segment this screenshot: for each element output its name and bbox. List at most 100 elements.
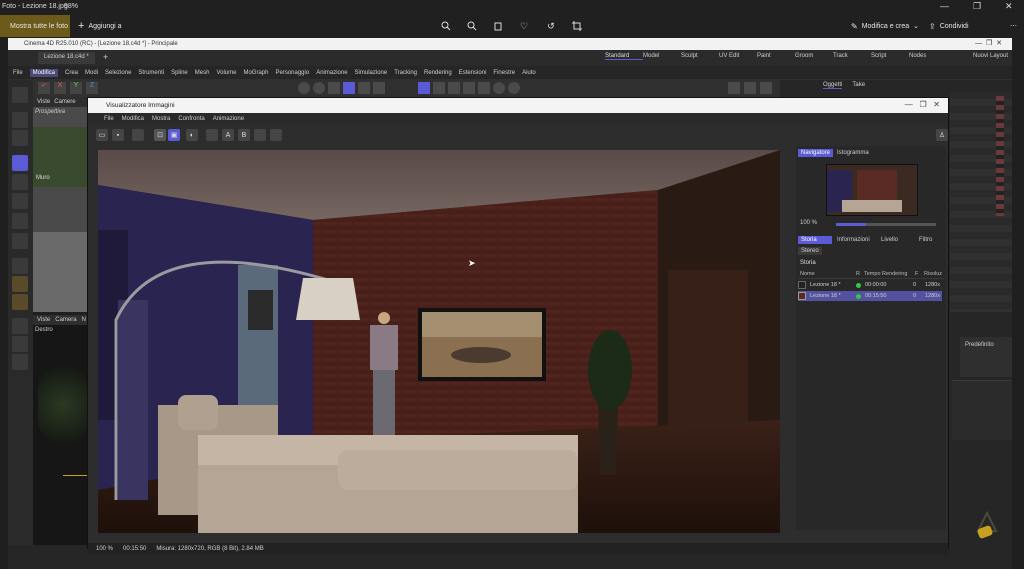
layout-tab-track[interactable]: Track bbox=[833, 53, 871, 60]
paint-icon[interactable] bbox=[12, 354, 28, 370]
tab-histogram[interactable]: Istogramma bbox=[834, 149, 872, 157]
mode-icon[interactable] bbox=[358, 82, 370, 94]
snap-icon[interactable] bbox=[508, 82, 520, 94]
grid-icon[interactable] bbox=[448, 82, 460, 94]
mode-icon[interactable] bbox=[328, 82, 340, 94]
snap-icon[interactable] bbox=[418, 82, 430, 94]
paint-icon[interactable] bbox=[12, 336, 28, 352]
objects-list[interactable] bbox=[950, 92, 1012, 312]
layout-tab-uv-edit[interactable]: UV Edit bbox=[719, 53, 757, 60]
add-to-button[interactable]: + Aggiungi a bbox=[78, 15, 122, 37]
mode-icon[interactable] bbox=[298, 82, 310, 94]
zoom-in-button[interactable] bbox=[440, 15, 452, 37]
share-button[interactable]: ⇪ Condividi bbox=[929, 15, 969, 37]
layout-tab-nodes[interactable]: Nodes bbox=[909, 53, 947, 60]
snap-icon[interactable] bbox=[478, 82, 490, 94]
generator-icon[interactable] bbox=[12, 294, 28, 310]
cube-icon[interactable] bbox=[12, 276, 28, 292]
select-icon[interactable] bbox=[12, 112, 28, 128]
pv-menu-confronta[interactable]: Confronta bbox=[178, 116, 204, 122]
viewport-menu-n[interactable]: N bbox=[82, 317, 86, 323]
y-axis-icon[interactable]: Y bbox=[70, 82, 82, 94]
pv-menu-animazione[interactable]: Animazione bbox=[213, 116, 244, 122]
transform-icon[interactable] bbox=[12, 233, 28, 249]
menu-modi[interactable]: Modi bbox=[85, 70, 98, 76]
tab-objects[interactable]: Oggetti bbox=[823, 82, 843, 89]
b-compare-icon[interactable]: B bbox=[238, 129, 250, 141]
history-row[interactable]: Lezione 18 * 00:00:00 0 1280x bbox=[798, 280, 942, 290]
microphone-icon[interactable]: ♙ bbox=[936, 129, 948, 141]
menu-volume[interactable]: Volume bbox=[216, 70, 236, 76]
scale-icon[interactable] bbox=[12, 193, 28, 209]
viewport-menu-views[interactable]: Viste bbox=[37, 317, 50, 323]
new-tab-icon[interactable]: + bbox=[103, 52, 108, 62]
viewport-menu-views[interactable]: Viste bbox=[37, 99, 50, 105]
tab-layer[interactable]: Livello bbox=[878, 236, 901, 244]
search-icon[interactable] bbox=[12, 87, 28, 103]
viewport-menu-camera[interactable]: Camera bbox=[55, 317, 76, 323]
navigator-thumbnail[interactable] bbox=[826, 164, 918, 216]
tab-history[interactable]: Storia bbox=[798, 236, 832, 244]
mode-icon[interactable] bbox=[343, 82, 355, 94]
menu-mograph[interactable]: MoGraph bbox=[243, 70, 268, 76]
viewport-right[interactable]: Viste Camera N Destro bbox=[33, 315, 95, 547]
edit-create-button[interactable]: ✎ Modifica e crea ⌄ bbox=[851, 15, 919, 37]
tab-navigator[interactable]: Navigatore bbox=[798, 149, 834, 157]
menu-finestre[interactable]: Finestre bbox=[493, 70, 515, 76]
minimize-icon[interactable]: — bbox=[940, 1, 949, 11]
snap-icon[interactable] bbox=[463, 82, 475, 94]
tab-take[interactable]: Take bbox=[852, 82, 865, 88]
z-axis-icon[interactable]: Z bbox=[86, 82, 98, 94]
layout-tab-script[interactable]: Script bbox=[871, 53, 909, 60]
copy-icon[interactable] bbox=[132, 129, 144, 141]
menu-simulazione[interactable]: Simulazione bbox=[355, 70, 388, 76]
viewport-perspective[interactable]: Viste Camere Prospettiva Muro bbox=[33, 97, 95, 312]
c4d-window-controls[interactable]: — ❐ ✕ bbox=[975, 39, 1002, 47]
move-icon[interactable] bbox=[12, 155, 28, 171]
delete-button[interactable] bbox=[492, 15, 504, 37]
snap-icon[interactable] bbox=[433, 82, 445, 94]
more-options-button[interactable]: ⋯ bbox=[1010, 15, 1017, 37]
menu-estensioni[interactable]: Estensioni bbox=[459, 70, 487, 76]
split-icon[interactable] bbox=[270, 129, 282, 141]
open-folder-icon[interactable]: ▭ bbox=[96, 129, 108, 141]
layout-tab-sculpt[interactable]: Sculpt bbox=[681, 53, 719, 60]
rendered-image[interactable]: ➤ bbox=[98, 150, 780, 533]
doc-tab[interactable]: Lezione 18.c4d * bbox=[38, 52, 95, 64]
layout-tab-paint[interactable]: Paint bbox=[757, 53, 795, 60]
picture-viewer-window-controls[interactable]: — ❐ ✕ bbox=[905, 100, 940, 109]
region-render-icon[interactable]: ⊡ bbox=[154, 129, 166, 141]
menu-selezione[interactable]: Selezione bbox=[105, 70, 131, 76]
crop-button[interactable] bbox=[571, 15, 583, 37]
render-view-icon[interactable] bbox=[728, 82, 740, 94]
render-settings-icon[interactable] bbox=[760, 82, 772, 94]
close-icon[interactable]: ✕ bbox=[1005, 1, 1013, 12]
menu-file[interactable]: File bbox=[13, 70, 23, 76]
pv-menu-modifica[interactable]: Modifica bbox=[122, 116, 144, 122]
spline-pen-icon[interactable] bbox=[12, 258, 28, 274]
ab-compare-icon[interactable] bbox=[206, 129, 218, 141]
channel-icon[interactable]: ◐ bbox=[186, 129, 198, 141]
tab-stereo[interactable]: Stereo bbox=[798, 247, 822, 255]
mode-icon[interactable] bbox=[373, 82, 385, 94]
rotate-tool-icon[interactable] bbox=[12, 174, 28, 190]
viewport-menu-cameras[interactable]: Camere bbox=[54, 99, 75, 105]
swap-icon[interactable] bbox=[254, 129, 266, 141]
x-axis-icon[interactable]: X bbox=[54, 82, 66, 94]
tab-filter[interactable]: Filtro bbox=[916, 236, 935, 244]
tab-information[interactable]: Informazioni bbox=[834, 236, 873, 244]
history-row-selected[interactable]: Lezione 18 * 00:15:50 0 1280x bbox=[798, 291, 942, 301]
restore-icon[interactable]: ❐ bbox=[973, 1, 981, 12]
live-select-icon[interactable] bbox=[12, 130, 28, 146]
save-icon[interactable]: ▪ bbox=[112, 129, 124, 141]
transform-icon[interactable] bbox=[12, 213, 28, 229]
menu-tracking[interactable]: Tracking bbox=[394, 70, 417, 76]
menu-mesh[interactable]: Mesh bbox=[195, 70, 210, 76]
pv-menu-mostra[interactable]: Mostra bbox=[152, 116, 170, 122]
undo-icon[interactable]: ↶ bbox=[38, 82, 50, 94]
pv-menu-file[interactable]: File bbox=[104, 116, 114, 122]
menu-aiuto[interactable]: Aiuto bbox=[522, 70, 536, 76]
zoom-slider[interactable] bbox=[836, 223, 936, 226]
layout-tab-standard[interactable]: Standard bbox=[605, 53, 643, 60]
show-all-photos-button[interactable]: Mostra tutte le foto bbox=[0, 15, 70, 37]
